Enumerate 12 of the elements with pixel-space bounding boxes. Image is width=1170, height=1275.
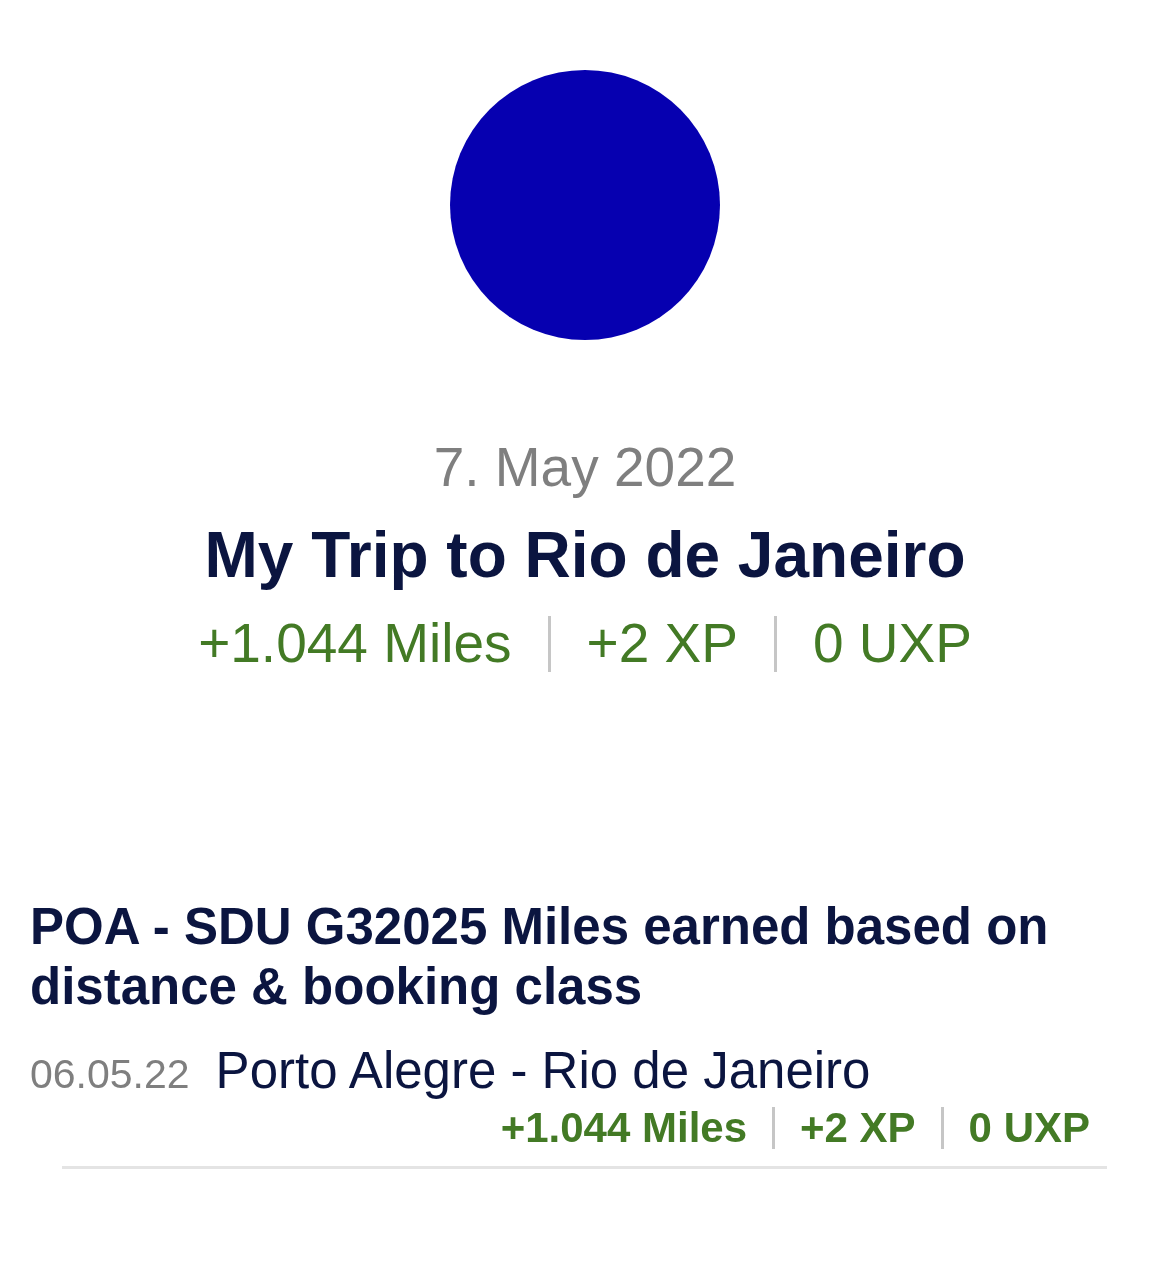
entry-date: 06.05.22 xyxy=(30,1050,190,1099)
route-text: Porto Alegre - Rio de Janeiro xyxy=(215,1041,871,1101)
reward-text: +2 XP xyxy=(586,611,738,676)
trip-title: My Trip to Rio de Janeiro xyxy=(204,518,966,592)
reward-text: +1.044 Miles xyxy=(500,1104,747,1152)
trip-date: 7. May 2022 xyxy=(433,435,737,500)
reward-text: 0 UXP xyxy=(812,611,972,676)
reward-text: +2 XP xyxy=(800,1104,916,1152)
circle-icon xyxy=(450,70,720,340)
reward-text: 0 UXP xyxy=(968,1104,1090,1152)
entry-heading: POA - SDU G32025 Miles earned based on distance & booking class xyxy=(30,897,1050,1017)
reward-text: +1.044 Miles xyxy=(198,611,512,676)
